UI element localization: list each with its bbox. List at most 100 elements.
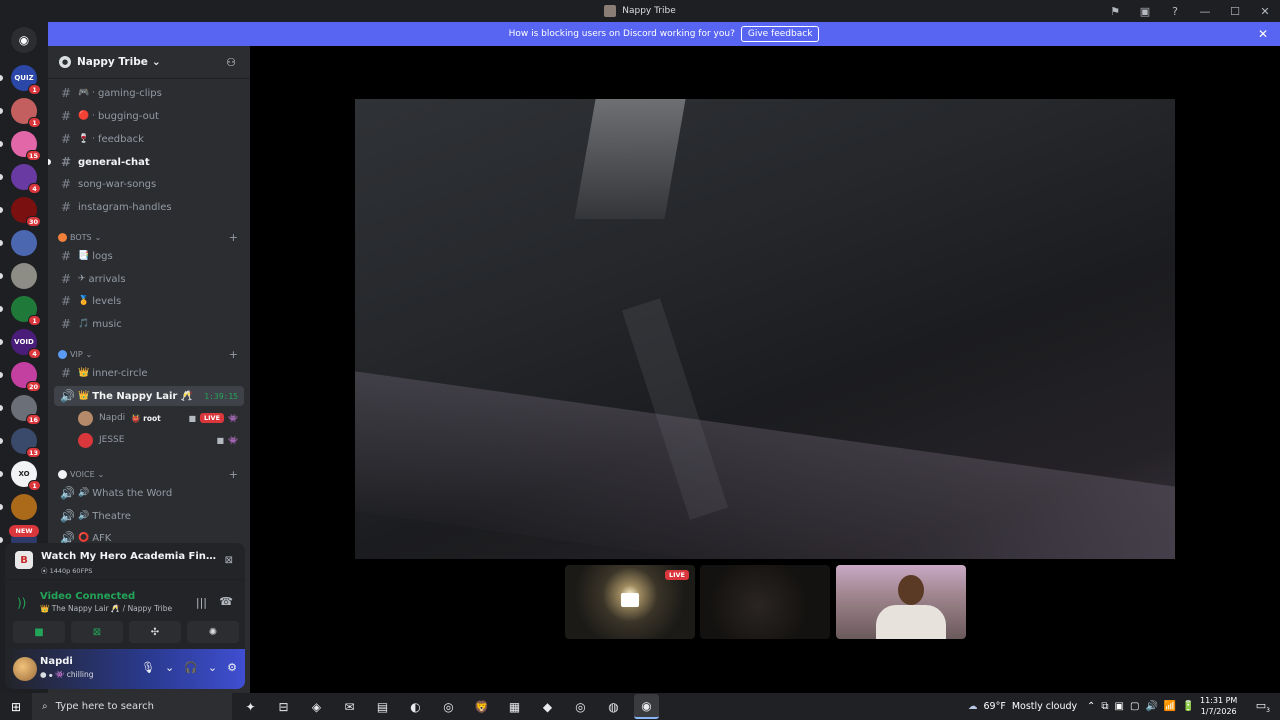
tray-app-icon[interactable]: ▢	[1130, 701, 1139, 712]
server-icon[interactable]: 1	[11, 296, 41, 326]
task-view-icon[interactable]: ⊟	[271, 694, 296, 719]
voice-user-napdi[interactable]: Napdi 👹 root ■ LIVE 👾	[78, 408, 244, 428]
close-banner-icon[interactable]: ✕	[1258, 27, 1268, 41]
server-icon[interactable]: QUIZ 1	[11, 65, 41, 95]
voice-channel-whats-the-word[interactable]: 🔊 🔊 Whats the Word	[54, 483, 244, 503]
headphones-icon[interactable]: 🎧	[184, 661, 198, 674]
maximize-button[interactable]: ☐	[1220, 5, 1250, 18]
microsoft-store-icon[interactable]: ◈	[304, 694, 329, 719]
signal-strength-icon[interactable]: ))	[17, 596, 26, 610]
weather-desc: Mostly cloudy	[1011, 701, 1078, 712]
channel-general-chat[interactable]: # general-chat	[54, 152, 244, 172]
channel-song-war-songs[interactable]: # song-war-songs	[54, 174, 244, 194]
disconnect-icon[interactable]: ☎	[219, 595, 233, 608]
give-feedback-button[interactable]: Give feedback	[740, 26, 820, 42]
server-icon[interactable]: 15	[11, 131, 41, 161]
voice-channel-nappy-lair[interactable]: 🔊 👑 The Nappy Lair 🥂 1:39:15	[54, 386, 244, 406]
category-bots[interactable]: BOTS ⌄ +	[58, 230, 244, 244]
activities-button[interactable]: ✣	[129, 621, 181, 643]
system-tray: ⌃ ⧉ ▣ ▢ 🔊 📶 🔋	[1087, 701, 1195, 712]
server-icon[interactable]	[11, 263, 37, 289]
create-channel-icon[interactable]: +	[229, 468, 238, 481]
voice-channel-theatre[interactable]: 🔊 🔊 Theatre	[54, 506, 244, 526]
server-icon[interactable]	[11, 230, 37, 256]
mention-badge: 1	[28, 315, 41, 326]
mic-options-chevron-icon[interactable]: ⌄	[165, 661, 174, 674]
connection-location[interactable]: 👑 The Nappy Lair 🥂 / Nappy Tribe	[40, 604, 172, 613]
user-status: ● ⦁ 👾 chilling	[40, 670, 94, 679]
soundboard-button[interactable]: ✺	[187, 621, 239, 643]
noise-suppression-icon[interactable]: |||	[196, 596, 207, 609]
channel-bugging-out[interactable]: # 🔴 · bugging-out	[54, 106, 244, 126]
server-icon[interactable]: 20	[11, 362, 41, 392]
participant-tile-camera-dark[interactable]	[700, 565, 830, 639]
user-name[interactable]: Napdi	[40, 656, 73, 667]
participant-tile-camera[interactable]	[836, 565, 966, 639]
tray-app-icon[interactable]: ⧉	[1101, 701, 1108, 712]
brave-icon[interactable]: 🦁	[469, 694, 494, 719]
server-icon[interactable]: VOID 4	[11, 329, 41, 359]
channel-music[interactable]: # 🎵 music	[54, 314, 244, 334]
discord-icon[interactable]: ◉	[634, 694, 659, 719]
voice-user-jesse[interactable]: JESSE ■ 👾	[78, 430, 244, 450]
inbox-icon[interactable]: ▣	[1130, 5, 1160, 18]
avatar[interactable]	[13, 657, 37, 681]
invite-people-icon[interactable]: ⚇	[226, 56, 236, 69]
create-channel-icon[interactable]: +	[229, 231, 238, 244]
taskbar-app-icon[interactable]: ◆	[535, 694, 560, 719]
server-icon[interactable]: XO 1	[11, 461, 41, 491]
chrome-icon[interactable]: ◎	[436, 694, 461, 719]
notification-center-icon[interactable]: ▭3	[1256, 699, 1270, 714]
inbox-flag-icon[interactable]: ⚑	[1100, 5, 1130, 18]
windows-start-icon[interactable]: ⊞	[0, 700, 32, 714]
server-icon[interactable]: 16	[11, 395, 41, 425]
stream-activity-panel[interactable]: B Watch My Hero Academia Final Sea... ⦿ …	[5, 543, 245, 579]
obs-icon[interactable]: ◍	[601, 694, 626, 719]
screen-share-button[interactable]: ⊠	[71, 621, 123, 643]
channel-instagram-handles[interactable]: # instagram-handles	[54, 197, 244, 217]
minimize-button[interactable]: —	[1190, 5, 1220, 18]
server-icon[interactable]: 4	[11, 164, 41, 194]
main-stream-video[interactable]	[355, 99, 1175, 559]
mention-badge: 15	[25, 150, 41, 161]
copilot-icon[interactable]: ✦	[238, 694, 263, 719]
channel-gaming-clips[interactable]: # 🎮 · gaming-clips	[54, 83, 244, 103]
create-channel-icon[interactable]: +	[229, 348, 238, 361]
taskbar-search-box[interactable]: ⌕ Type here to search	[32, 693, 232, 720]
camera-button[interactable]: ■	[13, 621, 65, 643]
volume-icon[interactable]: 🔊	[1145, 701, 1157, 712]
channel-feedback[interactable]: # 🍷 · feedback	[54, 129, 244, 149]
taskbar-clock[interactable]: 11:31 PM 1/7/2026	[1200, 695, 1237, 717]
category-voice[interactable]: VOICE ⌄ +	[58, 467, 244, 481]
battery-icon[interactable]: 🔋	[1182, 701, 1194, 712]
weather-widget[interactable]: ☁ 69°F Mostly cloudy	[968, 701, 1077, 712]
participant-tile-stream[interactable]: LIVE	[565, 565, 695, 639]
tray-app-icon[interactable]: ▣	[1115, 701, 1124, 712]
stop-stream-icon[interactable]: ⊠	[225, 555, 233, 566]
show-hidden-icons-chevron[interactable]: ⌃	[1087, 701, 1095, 712]
channel-levels[interactable]: # 🏅 levels	[54, 291, 244, 311]
home-discord-icon[interactable]: ◉	[11, 27, 37, 53]
connection-status[interactable]: Video Connected	[40, 591, 135, 602]
channel-inner-circle[interactable]: # 👑 inner-circle	[54, 363, 244, 383]
server-icon[interactable]: 13	[11, 428, 41, 458]
channel-logs[interactable]: # 📑 logs	[54, 246, 244, 266]
file-explorer-icon[interactable]: ▤	[370, 694, 395, 719]
wifi-icon[interactable]: 📶	[1164, 701, 1176, 712]
edge-icon[interactable]: ◐	[403, 694, 428, 719]
guild-header[interactable]: ● Nappy Tribe ⌄ ⚇	[48, 46, 250, 79]
unread-pill	[0, 273, 3, 279]
help-icon[interactable]: ?	[1160, 5, 1190, 18]
server-icon[interactable]: 30	[11, 197, 41, 227]
close-window-button[interactable]: ✕	[1250, 5, 1280, 18]
microphone-icon[interactable]: 🎙	[141, 661, 155, 674]
category-vip[interactable]: VIP ⌄ +	[58, 347, 244, 361]
settings-gear-icon[interactable]: ⚙	[227, 661, 237, 674]
taskbar-app-icon[interactable]: ▦	[502, 694, 527, 719]
server-icon[interactable]: 1	[11, 98, 41, 128]
server-icon[interactable]	[11, 494, 37, 520]
mail-icon[interactable]: ✉	[337, 694, 362, 719]
chrome-icon[interactable]: ◎	[568, 694, 593, 719]
audio-options-chevron-icon[interactable]: ⌄	[208, 661, 217, 674]
channel-arrivals[interactable]: # ✈ arrivals	[54, 269, 244, 289]
